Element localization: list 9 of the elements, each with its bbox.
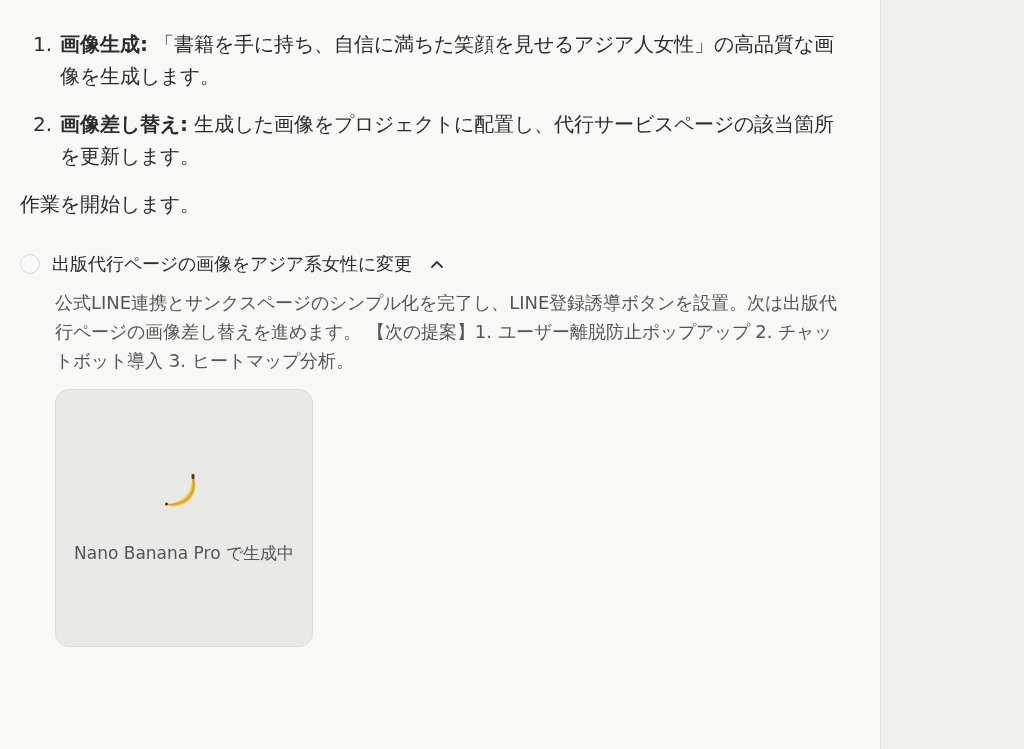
task-title: 出版代行ページの画像をアジア系女性に変更 xyxy=(52,252,412,276)
status-message: 作業を開始します。 xyxy=(20,191,201,218)
list-number: 2. xyxy=(31,111,53,138)
generation-status: Nano Banana Pro で生成中 xyxy=(74,541,294,565)
step-text: 画像生成: 「書籍を手に持ち、自信に満ちた笑顔を見せるアジア人女性」の高品質な画像を生成します。 xyxy=(60,31,836,90)
chevron-up-icon[interactable] xyxy=(430,259,444,269)
task-description: 公式LINE連携とサンクスページのシンプル化を完了し、LINE登録誘導ボタンを設置。次は出版代行ページの画像差し替えを進めます。 【次の提案】1. ユーザー離脱防止ポップアップ 2. チャットボット導入 3. ヒートマップ分析。 xyxy=(55,291,839,373)
step-text: 画像差し替え: 生成した画像をプロジェクトに配置し、代行サービスページの該当箇所を更新します。 xyxy=(60,111,836,170)
list-number: 1. xyxy=(31,31,53,58)
